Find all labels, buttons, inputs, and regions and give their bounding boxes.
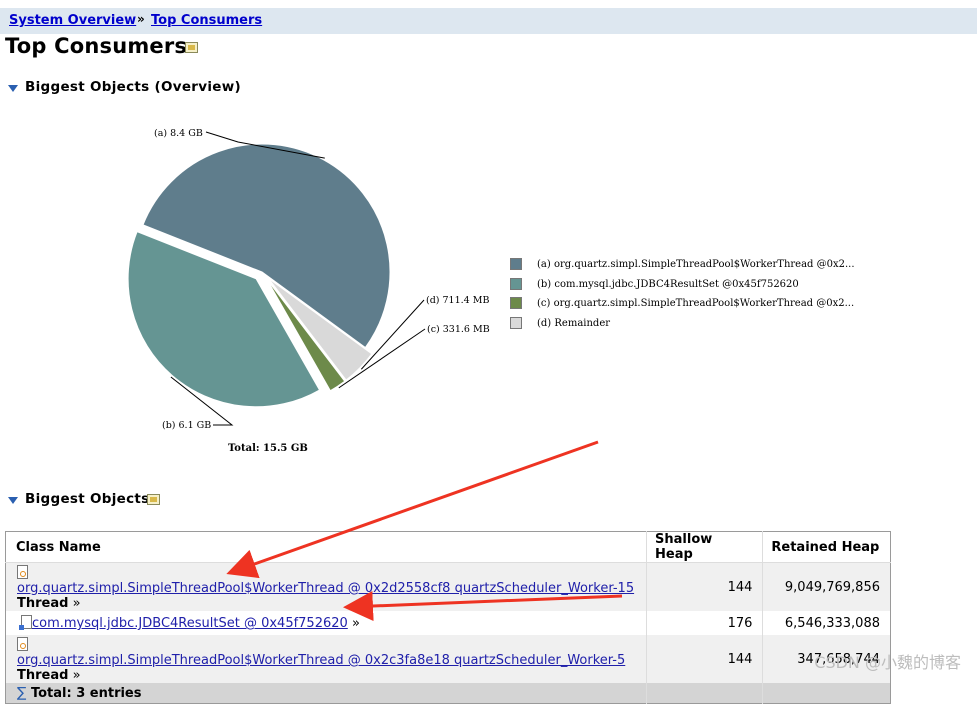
column-header-class-name[interactable]: Class Name <box>5 531 647 563</box>
object-icon <box>19 615 32 630</box>
pie-chart: (a) 8.4 GB (d) 711.4 MB (c) 331.6 MB (b) 6.… <box>127 128 490 431</box>
section-title-overview: Biggest Objects (Overview) <box>25 79 241 95</box>
class-name-cell: org.quartz.simpl.SimpleThreadPool$Worker… <box>5 562 647 611</box>
object-link[interactable]: org.quartz.simpl.SimpleThreadPool$Worker… <box>17 581 634 596</box>
thread-object-icon <box>17 637 28 651</box>
shallow-heap-cell: 144 <box>646 635 763 683</box>
total-shallow-empty <box>646 683 763 704</box>
legend-swatch <box>510 258 522 270</box>
object-link[interactable]: org.quartz.simpl.SimpleThreadPool$Worker… <box>17 653 625 668</box>
total-row: ∑ Total: 3 entries <box>5 683 891 704</box>
total-retained-empty <box>762 683 891 704</box>
column-header-shallow-heap[interactable]: Shallow Heap <box>646 531 763 563</box>
more-menu-icon[interactable]: » <box>352 616 360 631</box>
table-row[interactable]: org.quartz.simpl.SimpleThreadPool$Worker… <box>5 635 891 683</box>
legend-swatch <box>510 316 522 329</box>
legend-swatch <box>510 297 522 309</box>
pie-label-d: (d) 711.4 MB <box>426 295 489 306</box>
retained-heap-cell: 9,049,769,856 <box>762 562 891 611</box>
shallow-heap-cell: 176 <box>646 611 763 635</box>
breadcrumb: System Overview » Top Consumers <box>0 8 977 34</box>
page-title: Top Consumers <box>5 34 188 58</box>
pie-label-b: (b) 6.1 GB <box>162 420 211 431</box>
legend-label: (b) com.mysql.jdbc.JDBC4ResultSet @0x45f… <box>537 278 799 290</box>
more-menu-icon[interactable]: » <box>73 596 81 611</box>
biggest-objects-table: Class Name Shallow Heap Retained Heap or… <box>5 531 891 704</box>
sigma-icon: ∑ <box>17 685 27 701</box>
breadcrumb-separator: » <box>137 12 145 26</box>
legend-swatch <box>510 277 522 290</box>
object-link[interactable]: com.mysql.jdbc.JDBC4ResultSet @ 0x45f752… <box>32 616 348 631</box>
query-icon[interactable] <box>185 42 198 53</box>
watermark: CSDN @小魏的博客 <box>814 653 961 672</box>
pie-label-a: (a) 8.4 GB <box>154 128 203 139</box>
retained-heap-cell: 6,546,333,088 <box>762 611 891 635</box>
total-label: Total: 3 entries <box>30 686 142 701</box>
collapse-triangle-icon[interactable] <box>8 497 18 504</box>
pie-label-c: (c) 331.6 MB <box>427 324 490 335</box>
shallow-heap-cell: 144 <box>646 562 763 611</box>
column-header-retained-heap[interactable]: Retained Heap <box>762 531 891 563</box>
legend-label: (a) org.quartz.simpl.SimpleThreadPool$Wo… <box>537 259 855 270</box>
collapse-triangle-icon[interactable] <box>8 85 18 92</box>
pie-total-label: Total: 15.5 GB <box>228 443 308 454</box>
thread-tag: Thread <box>17 596 69 611</box>
class-name-cell: org.quartz.simpl.SimpleThreadPool$Worker… <box>5 635 647 683</box>
class-name-cell: com.mysql.jdbc.JDBC4ResultSet @ 0x45f752… <box>5 611 647 635</box>
table-row[interactable]: com.mysql.jdbc.JDBC4ResultSet @ 0x45f752… <box>5 611 891 635</box>
legend-label: (d) Remainder <box>537 317 611 329</box>
thread-tag: Thread <box>17 668 69 683</box>
section-title-biggest-objects: Biggest Objects <box>25 491 150 507</box>
legend-label: (c) org.quartz.simpl.SimpleThreadPool$Wo… <box>537 298 855 309</box>
total-cell: ∑ Total: 3 entries <box>5 683 647 704</box>
breadcrumb-system-overview[interactable]: System Overview <box>9 13 136 28</box>
breadcrumb-top-consumers[interactable]: Top Consumers <box>151 13 262 28</box>
more-menu-icon[interactable]: » <box>73 668 81 683</box>
thread-object-icon <box>17 565 28 579</box>
query-icon[interactable] <box>147 494 160 505</box>
table-row[interactable]: org.quartz.simpl.SimpleThreadPool$Worker… <box>5 562 891 611</box>
